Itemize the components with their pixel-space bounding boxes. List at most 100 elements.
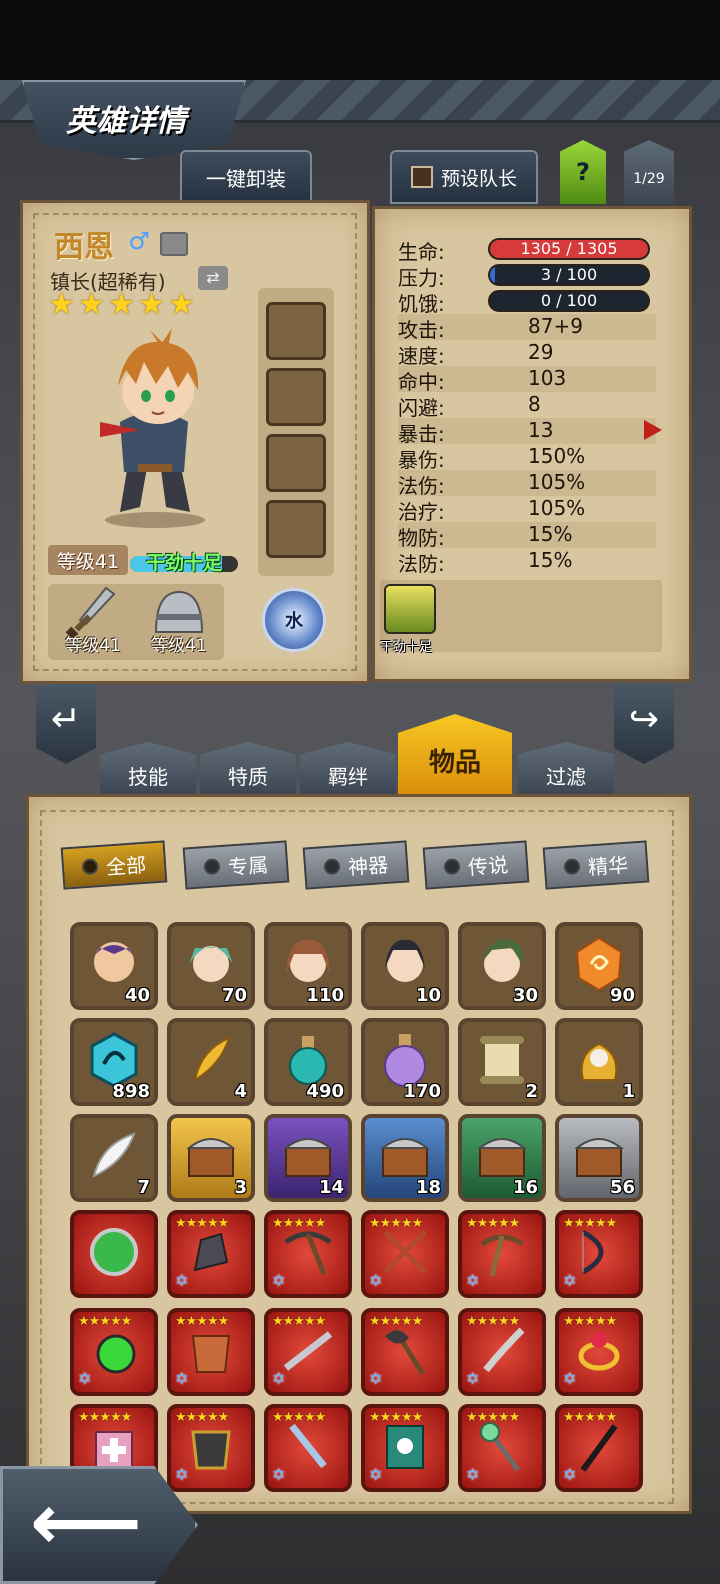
accessory-slot-4[interactable] (266, 500, 326, 558)
help-button[interactable]: ? (560, 140, 606, 204)
inventory-item[interactable] (70, 1210, 158, 1298)
water-element-icon: ✡ (369, 1271, 383, 1290)
accessory-slot-1[interactable] (266, 302, 326, 360)
inventory-item[interactable]: 170 (361, 1018, 449, 1106)
inventory-item[interactable]: 40 (70, 922, 158, 1010)
battle-axe-icon (385, 1328, 426, 1376)
inventory-item[interactable]: 30 (458, 922, 546, 1010)
inventory-item[interactable]: ★★★★★✡ (458, 1210, 546, 1298)
filter-exclusive[interactable]: 专属 (182, 840, 290, 890)
swap-class-icon[interactable]: ⇄ (198, 266, 228, 290)
status-bar-area (0, 0, 720, 80)
radio-icon (443, 858, 461, 876)
item-count: 2 (525, 1081, 538, 1102)
stat-attack: 攻击: 87+9 (398, 314, 656, 342)
previous-hero-button[interactable]: ↵ (36, 684, 96, 764)
next-hero-button[interactable]: ↪ (614, 684, 674, 764)
trait-label: 干劲十足 (380, 640, 433, 655)
filter-essence[interactable]: 精华 (542, 840, 650, 890)
filter-label: 精华 (587, 852, 629, 880)
inventory-item[interactable]: 4 (167, 1018, 255, 1106)
inventory-item[interactable]: ★★★★★✡ (361, 1404, 449, 1492)
inventory-item[interactable]: 10 (361, 922, 449, 1010)
unequip-all-button[interactable]: 一键卸装 (180, 150, 312, 204)
filter-all[interactable]: 全部 (60, 840, 168, 890)
inventory-item[interactable]: ★★★★★✡ (167, 1210, 255, 1298)
pickaxe-icon (284, 1231, 332, 1275)
preset-leader-button[interactable]: 预设队长 (390, 150, 538, 204)
spiked-armor-icon (191, 1430, 231, 1470)
spellbook-icon (386, 1425, 424, 1469)
inventory-item[interactable]: 3 (167, 1114, 255, 1202)
inventory-item[interactable]: ★★★★★✡ (264, 1308, 352, 1396)
stat-label: 饥饿: (398, 292, 445, 316)
item-count: 110 (306, 985, 344, 1006)
water-element-icon[interactable]: 水 (262, 588, 326, 652)
inventory-item[interactable]: ★★★★★✡ (361, 1210, 449, 1298)
filter-artifact[interactable]: 神器 (302, 840, 410, 890)
preset-leader-checkbox[interactable] (410, 166, 433, 188)
inventory-item[interactable]: 110 (264, 922, 352, 1010)
inventory-item[interactable]: ★★★★★✡ (167, 1404, 255, 1492)
item-count: 56 (609, 1177, 635, 1198)
accessory-slots (258, 288, 334, 576)
stat-label: 压力: (398, 266, 445, 290)
edit-name-icon[interactable] (160, 232, 188, 256)
water-element-icon: ✡ (466, 1271, 480, 1290)
inventory-item[interactable]: ★★★★★✡ (167, 1308, 255, 1396)
inventory-item[interactable]: 1 (555, 1018, 643, 1106)
trait-motivated-icon[interactable] (384, 584, 436, 634)
water-element-icon: ✡ (175, 1465, 189, 1484)
inventory-item[interactable]: 898 (70, 1018, 158, 1106)
item-count: 90 (609, 985, 635, 1006)
item-count: 70 (221, 985, 247, 1006)
inventory-item[interactable]: ★★★★★✡ (70, 1308, 158, 1396)
stats-expand-arrow-icon[interactable] (644, 420, 662, 440)
inventory-item[interactable]: 16 (458, 1114, 546, 1202)
item-count: 898 (112, 1081, 150, 1102)
inventory-item[interactable]: ★★★★★✡ (264, 1404, 352, 1492)
water-element-icon: ✡ (175, 1369, 189, 1388)
armor-slot[interactable]: 等级41 (136, 584, 222, 660)
inventory-item[interactable]: ★★★★★✡ (555, 1308, 643, 1396)
item-count: 170 (403, 1081, 441, 1102)
inventory-item[interactable]: 90 (555, 922, 643, 1010)
filter-legendary[interactable]: 传说 (422, 840, 530, 890)
stat-label: 暴伤: (398, 448, 445, 472)
accessory-slot-3[interactable] (266, 434, 326, 492)
inventory-item[interactable]: ★★★★★✡ (458, 1308, 546, 1396)
arrow-right-icon: ↪ (628, 698, 660, 740)
water-element-icon: ✡ (369, 1369, 383, 1388)
scroll-icon (480, 1036, 524, 1084)
stat-label: 生命: (398, 240, 445, 264)
hero-portrait[interactable] (60, 322, 250, 532)
item-count: 1 (622, 1081, 635, 1102)
stress-value: 3 / 100 (540, 265, 598, 284)
item-count: 3 (234, 1177, 247, 1198)
inventory-item[interactable]: 2 (458, 1018, 546, 1106)
item-count: 30 (512, 985, 538, 1006)
inventory-item[interactable]: ★★★★★✡ (555, 1404, 643, 1492)
radio-icon (81, 858, 99, 876)
inventory-item[interactable]: 56 (555, 1114, 643, 1202)
inventory-item[interactable]: 490 (264, 1018, 352, 1106)
inventory-item[interactable]: ★★★★★✡ (458, 1404, 546, 1492)
inventory-item[interactable]: ★★★★★✡ (555, 1210, 643, 1298)
weapon-slot[interactable]: 等级41 (50, 584, 136, 660)
stat-value: 15% (528, 522, 573, 546)
arrow-left-icon: ↵ (50, 698, 82, 740)
inventory-item[interactable]: 14 (264, 1114, 352, 1202)
radio-icon (323, 858, 341, 876)
inventory-item[interactable]: 70 (167, 922, 255, 1010)
inventory-item[interactable]: ★★★★★✡ (361, 1308, 449, 1396)
stat-label: 法防: (398, 552, 445, 576)
inventory-item[interactable]: 18 (361, 1114, 449, 1202)
inventory-item[interactable]: 7 (70, 1114, 158, 1202)
inventory-item[interactable]: ★★★★★✡ (264, 1210, 352, 1298)
water-element-icon: ✡ (272, 1465, 286, 1484)
accessory-slot-2[interactable] (266, 368, 326, 426)
filter-label: 专属 (227, 852, 269, 880)
item-count: 10 (415, 985, 441, 1006)
stat-hunger: 饥饿: 0 / 100 (398, 288, 656, 316)
weapon-level: 等级41 (65, 636, 121, 656)
